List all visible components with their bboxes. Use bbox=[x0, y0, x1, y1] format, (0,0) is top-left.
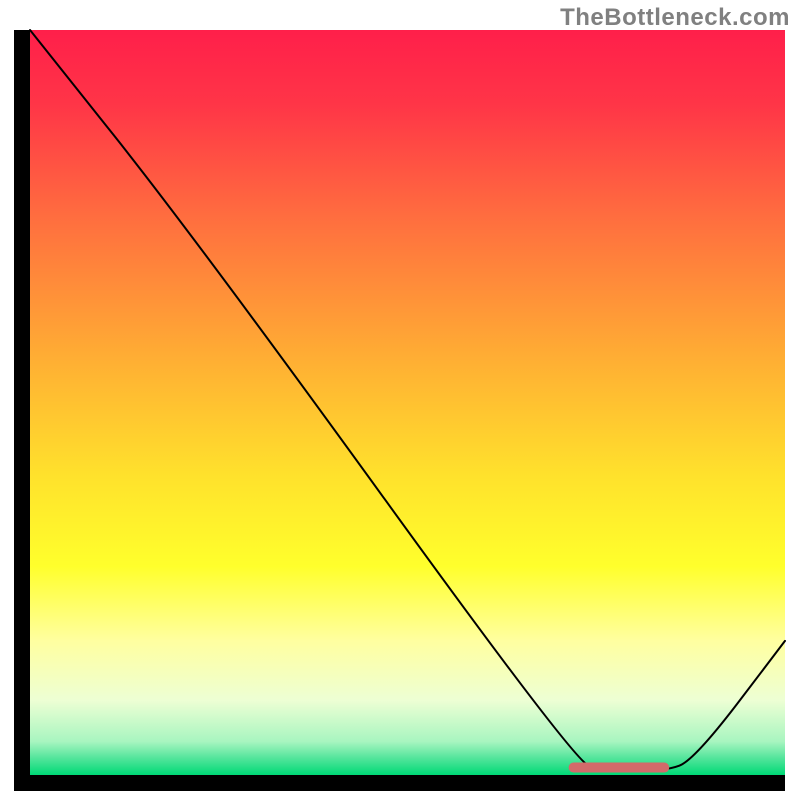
left-axis bbox=[14, 30, 30, 791]
bottleneck-chart bbox=[0, 0, 800, 800]
chart-container: TheBottleneck.com bbox=[0, 0, 800, 800]
bottom-axis bbox=[14, 775, 785, 791]
gradient-background bbox=[30, 30, 785, 775]
watermark-text: TheBottleneck.com bbox=[560, 4, 790, 32]
